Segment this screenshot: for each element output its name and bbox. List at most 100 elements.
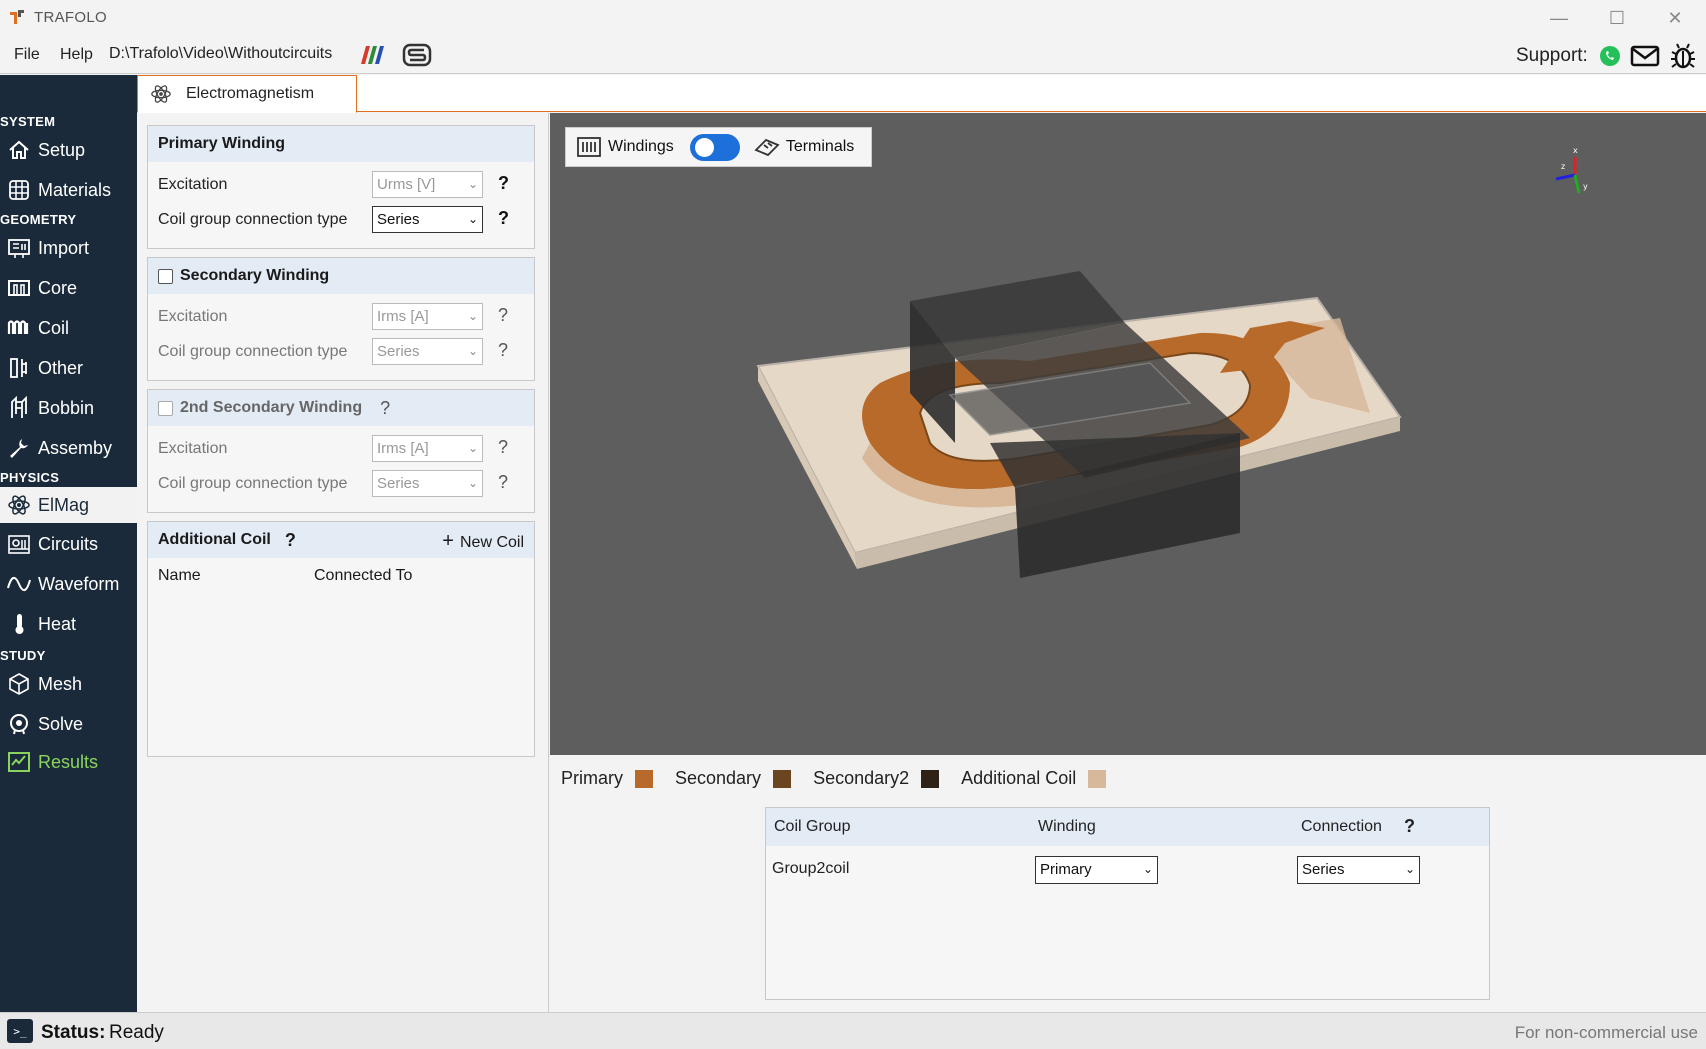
license-note: For non-commercial use <box>1514 1023 1698 1042</box>
bug-icon[interactable] <box>1670 42 1696 70</box>
help-icon[interactable]: ? <box>498 305 508 326</box>
winding-select[interactable]: Primary ⌄ <box>1035 856 1158 884</box>
maximize-icon[interactable]: ☐ <box>1588 0 1646 36</box>
help-icon[interactable]: ? <box>380 398 390 419</box>
import-icon <box>6 235 32 261</box>
sidebar-item-bobbin[interactable]: Bobbin <box>0 390 137 426</box>
sidebar-item-setup[interactable]: Setup <box>0 132 137 168</box>
3d-viewport[interactable]: Windings Terminals x z y <box>550 113 1706 755</box>
transformer-3d-model <box>756 271 1402 578</box>
circuit-icon <box>6 531 32 557</box>
secondary2-winding-header: 2nd Secondary Winding ? <box>148 390 534 426</box>
column-name: Name <box>158 567 201 584</box>
sidebar-item-core[interactable]: Core <box>0 270 137 306</box>
secondary-winding-group: Secondary Winding Excitation Irms [A] ⌄ ?… <box>147 257 535 381</box>
bobbin-icon <box>6 395 32 421</box>
help-icon[interactable]: ? <box>1404 816 1415 837</box>
section-geometry: GEOMETRY <box>0 212 77 227</box>
chevron-down-icon: ⌄ <box>1142 862 1153 876</box>
primary-connection-select[interactable]: Series ⌄ <box>372 206 483 233</box>
secondary-excitation-row: Excitation Irms [A] ⌄ ? <box>148 302 534 332</box>
connection-type-label: Coil group connection type <box>158 211 348 228</box>
sidebar-item-waveform[interactable]: Waveform <box>0 566 137 602</box>
sidebar-item-label: Results <box>38 751 99 772</box>
sidebar-item-coil[interactable]: Coil <box>0 310 137 346</box>
secondary-connection-select[interactable]: Series ⌄ <box>372 338 483 365</box>
chevron-down-icon: ⌄ <box>467 309 478 323</box>
section-system: SYSTEM <box>0 114 56 129</box>
additional-coil-group: Additional Coil ? + New Coil Name Connect… <box>147 521 535 757</box>
connection-select[interactable]: Series ⌄ <box>1297 856 1420 884</box>
section-physics: PHYSICS <box>0 470 60 485</box>
menu-help[interactable]: Help <box>60 46 93 64</box>
winding-settings-panel: Primary Winding Excitation Urms [V] ⌄ ? C… <box>137 113 549 1012</box>
excitation-label: Excitation <box>158 308 228 325</box>
secondary-winding-title: Secondary Winding <box>180 267 330 284</box>
table-row: Group2coil Primary ⌄ Series ⌄ <box>766 846 1489 896</box>
title-bar: TRAFOLO — ☐ ✕ <box>0 0 1706 36</box>
sidebar-item-solve[interactable]: Solve <box>0 706 137 742</box>
primary-excitation-row: Excitation Urms [V] ⌄ ? <box>148 170 534 200</box>
menu-file[interactable]: File <box>14 46 40 64</box>
sidebar-item-results[interactable]: Results <box>0 744 137 780</box>
sidebar-item-circuits[interactable]: Circuits <box>0 526 137 562</box>
thermometer-icon <box>6 611 32 637</box>
app-window: TRAFOLO — ☐ ✕ File Help D:\Trafolo\Video… <box>0 0 1706 1049</box>
help-icon[interactable]: ? <box>498 472 508 493</box>
coil-icon <box>6 315 32 341</box>
s-logo-icon[interactable] <box>402 43 432 67</box>
sidebar-item-elmag[interactable]: ElMag <box>0 487 137 523</box>
help-icon[interactable]: ? <box>498 340 508 361</box>
new-coil-button[interactable]: + New Coil <box>442 530 524 553</box>
help-icon[interactable]: ? <box>498 208 509 229</box>
sidebar-item-label: Bobbin <box>38 397 95 418</box>
legend-secondary2-swatch <box>921 769 940 788</box>
chevron-down-icon: ⌄ <box>467 177 478 191</box>
stripes-logo-icon[interactable] <box>356 44 386 66</box>
sidebar-item-import[interactable]: Import <box>0 230 137 266</box>
secondary2-excitation-select[interactable]: Irms [A] ⌄ <box>372 435 483 462</box>
table-header: Coil Group Winding Connection ? <box>766 808 1489 846</box>
sidebar: SYSTEM Setup Materials GEOMETRY Import C… <box>0 75 137 1012</box>
chevron-down-icon: ⌄ <box>467 476 478 490</box>
atom-icon <box>151 85 171 103</box>
mail-icon[interactable] <box>1630 44 1660 68</box>
tab-label: Electromagnetism <box>186 85 315 102</box>
legend-secondary2-label: Secondary2 <box>813 768 910 788</box>
home-icon <box>6 137 32 163</box>
secondary2-winding-group: 2nd Secondary Winding ? Excitation Irms … <box>147 389 535 513</box>
other-parts-icon <box>6 355 32 381</box>
secondary-winding-checkbox[interactable] <box>158 268 173 284</box>
whatsapp-icon[interactable] <box>1598 44 1622 68</box>
primary-excitation-select[interactable]: Urms [V] ⌄ <box>372 171 483 198</box>
plus-icon: + <box>442 530 454 552</box>
primary-winding-title: Primary Winding <box>148 126 534 162</box>
minimize-icon[interactable]: — <box>1530 0 1588 36</box>
status-label: Status: <box>41 1022 106 1043</box>
terminal-icon[interactable]: >_ <box>7 1019 33 1043</box>
help-icon[interactable]: ? <box>285 530 296 551</box>
secondary2-connection-row: Coil group connection type Series ⌄ ? <box>148 469 534 499</box>
sidebar-item-heat[interactable]: Heat <box>0 606 137 642</box>
additional-coil-title: Additional Coil <box>158 531 271 548</box>
trafolo-logo-icon <box>10 10 24 24</box>
secondary2-connection-select[interactable]: Series ⌄ <box>372 470 483 497</box>
help-icon[interactable]: ? <box>498 173 509 194</box>
sidebar-item-materials[interactable]: Materials <box>0 172 137 208</box>
secondary2-winding-title: 2nd Secondary Winding <box>180 399 363 416</box>
connection-type-label: Coil group connection type <box>158 475 348 492</box>
secondary2-winding-checkbox[interactable] <box>158 400 173 416</box>
sidebar-item-other[interactable]: Other <box>0 350 137 386</box>
sidebar-item-label: Circuits <box>38 533 99 554</box>
mesh-cube-icon <box>6 671 32 697</box>
legend-secondary-label: Secondary <box>675 768 762 788</box>
help-icon[interactable]: ? <box>498 437 508 458</box>
tab-electromagnetism[interactable]: Electromagnetism <box>137 75 357 113</box>
secondary-excitation-select[interactable]: Irms [A] ⌄ <box>372 303 483 330</box>
legend-primary-swatch <box>635 769 653 788</box>
sidebar-item-assembly[interactable]: Assemby <box>0 430 137 466</box>
grid-globe-icon <box>6 177 32 203</box>
sidebar-item-mesh[interactable]: Mesh <box>0 666 137 702</box>
close-icon[interactable]: ✕ <box>1646 0 1704 36</box>
coil-group-name: Group2coil <box>772 860 850 877</box>
